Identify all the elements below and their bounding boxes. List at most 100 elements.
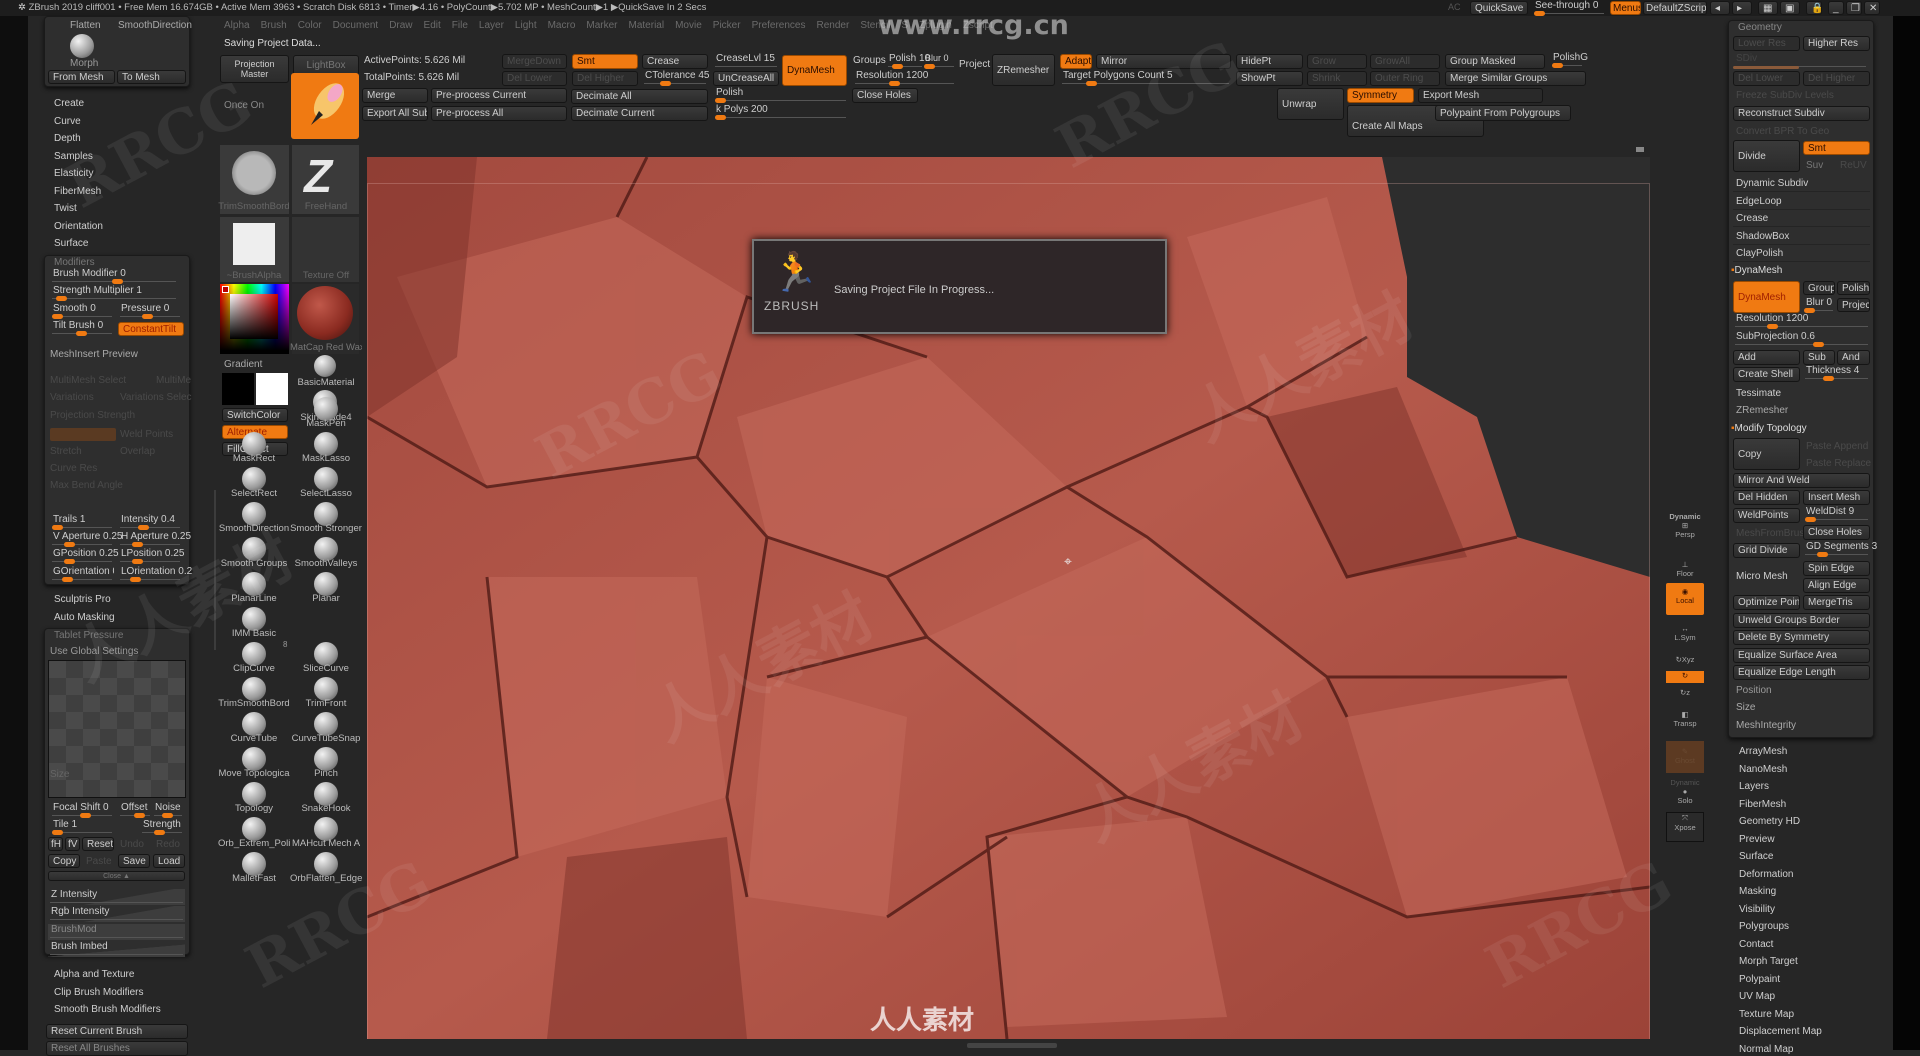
current-tool-thumbnail[interactable] <box>291 73 359 139</box>
undo-button[interactable]: Undo <box>120 839 144 850</box>
groups-toggle[interactable]: Groups <box>853 55 886 66</box>
merge-button[interactable]: Merge <box>362 88 428 103</box>
del-lower-button[interactable]: Del Lower <box>502 71 567 86</box>
gorientation-slider[interactable]: GOrientation 0.2 <box>50 566 114 582</box>
brush-item[interactable]: TrimFront <box>290 675 362 709</box>
dynamesh-header[interactable]: ▪DynaMesh <box>1731 265 1782 276</box>
crease-level-slider[interactable]: CreaseLvl 15 <box>713 53 779 69</box>
del-hidden-button[interactable]: Del Hidden <box>1733 490 1800 505</box>
layout-icon[interactable]: ▦ <box>1758 1 1778 15</box>
grow-button[interactable]: Grow <box>1307 54 1367 69</box>
suv-toggle[interactable]: Suv <box>1806 160 1823 171</box>
subpalette-fibermesh[interactable]: FiberMesh <box>54 186 101 197</box>
reset-current-brush-button[interactable]: Reset Current Brush <box>46 1024 188 1039</box>
menu-document[interactable]: Document <box>333 20 379 31</box>
dynamesh-resolution-slider[interactable]: Resolution 1200 <box>1733 313 1870 329</box>
dynamesh-polish-toggle[interactable]: Polish <box>1837 281 1870 295</box>
menu-light[interactable]: Light <box>515 20 537 31</box>
restore-icon[interactable]: ❐ <box>1846 1 1862 15</box>
transp-button[interactable]: ◧ Transp <box>1666 710 1704 728</box>
brush-item[interactable]: SmoothDirection <box>218 500 290 534</box>
h-aperture-slider[interactable]: H Aperture 0.25 <box>118 531 191 547</box>
smt-toggle-right[interactable]: Smt <box>1803 141 1870 155</box>
material-tile[interactable]: MatCap Red Wax <box>290 284 362 354</box>
geometry-subpalette-item[interactable]: Crease <box>1733 211 1870 227</box>
save-curve-button[interactable]: Save <box>118 854 150 868</box>
brush-item[interactable]: Topology <box>218 780 290 814</box>
brush-item[interactable]: Smooth Groups <box>218 535 290 569</box>
brush-item[interactable]: SliceCurve <box>290 640 362 674</box>
strength-multiplier-slider[interactable]: Strength Multiplier 1 <box>50 285 178 301</box>
subpalette-deformation[interactable]: Deformation <box>1739 869 1793 880</box>
brush-item[interactable]: TrimSmoothBord <box>218 675 290 709</box>
target-polygons-slider[interactable]: Target Polygons Count 5 <box>1060 70 1231 86</box>
group-masked-button[interactable]: Group Masked <box>1445 54 1545 69</box>
reuv-button[interactable]: ReUV <box>1840 160 1867 171</box>
brushmod-curve[interactable]: BrushMod <box>48 924 185 940</box>
close-holes-button-right[interactable]: Close Holes <box>1803 525 1870 540</box>
brush-item[interactable]: CurveTubeSnap <box>290 710 362 744</box>
preprocess-current-button[interactable]: Pre-process Current <box>431 88 567 103</box>
weldpoints-button[interactable]: WeldPoints <box>1733 508 1800 523</box>
tile-slider[interactable]: Tile 1 <box>50 819 114 835</box>
geometry-subpalette-item[interactable]: EdgeLoop <box>1733 194 1870 210</box>
solo-button[interactable]: Dynamic ● Solo <box>1666 778 1704 805</box>
decimate-current-button[interactable]: Decimate Current <box>571 106 708 121</box>
brush-item[interactable]: Smooth Stronger <box>290 500 362 534</box>
subpalette-geometry-hd[interactable]: Geometry HD <box>1739 816 1800 827</box>
subpalette-create[interactable]: Create <box>54 98 84 109</box>
delete-by-symmetry-button[interactable]: Delete By Symmetry <box>1733 630 1870 645</box>
subpalette-arraymesh[interactable]: ArrayMesh <box>1739 746 1787 757</box>
color-picker[interactable] <box>220 284 289 354</box>
subpalette-curve[interactable]: Curve <box>54 116 81 127</box>
subpalette-polypaint[interactable]: Polypaint <box>1739 974 1780 985</box>
brush-item[interactable]: SelectLasso <box>290 465 362 499</box>
close-holes-button[interactable]: Close Holes <box>852 88 918 103</box>
lsym-button[interactable]: ↔ L.Sym <box>1666 624 1704 642</box>
del-lower-button-right[interactable]: Del Lower <box>1733 71 1800 86</box>
brush-item[interactable]: MAHcut Mech A <box>290 815 362 849</box>
subpalette-depth[interactable]: Depth <box>54 133 81 144</box>
symmetry-toggle[interactable]: Symmetry <box>1347 88 1414 103</box>
dynamesh-groups-toggle[interactable]: Groups <box>1803 281 1835 295</box>
menu-movie[interactable]: Movie <box>675 20 702 31</box>
uncrease-all-button[interactable]: UnCreaseAll <box>713 71 779 86</box>
intensity-slider[interactable]: Intensity 0.4 <box>118 514 182 530</box>
subpalette-item[interactable]: Clip Brush Modifiers <box>54 987 143 998</box>
sub-button[interactable]: Sub <box>1803 350 1835 365</box>
canvas-resize-handle[interactable] <box>1636 147 1644 152</box>
growall-button[interactable]: GrowAll <box>1370 54 1440 69</box>
gd-segments-slider[interactable]: GD Segments 3 <box>1803 541 1877 557</box>
create-shell-button[interactable]: Create Shell <box>1733 367 1800 382</box>
ghost-button[interactable]: ✎ Ghost <box>1666 741 1704 773</box>
kpolys-slider[interactable]: k Polys 200 <box>713 104 848 120</box>
add-button[interactable]: Add <box>1733 350 1800 365</box>
palette-scrollbar[interactable] <box>214 490 216 650</box>
brush-item[interactable]: MaskRect <box>218 430 290 464</box>
brush-item[interactable]: MaskLasso <box>290 430 362 464</box>
menu-material[interactable]: Material <box>629 20 665 31</box>
use-global-settings[interactable]: Use Global Settings <box>50 646 138 657</box>
brush-item[interactable]: Pinch <box>290 745 362 779</box>
meshinsert-preview[interactable]: MeshInsert Preview <box>50 349 138 360</box>
export-mesh-button[interactable]: Export Mesh <box>1418 88 1543 103</box>
hidept-button[interactable]: HidePt <box>1236 54 1303 69</box>
subpalette-polygroups[interactable]: Polygroups <box>1739 921 1789 932</box>
brush-item[interactable]: SmoothValleys <box>290 535 362 569</box>
brush-item[interactable]: PlanarLine <box>218 570 290 604</box>
polish-slider[interactable]: Polish <box>713 87 848 103</box>
zremesher-subpalette[interactable]: ZRemesher <box>1736 405 1788 416</box>
del-higher-button-right[interactable]: Del Higher <box>1803 71 1870 86</box>
to-mesh-button[interactable]: To Mesh <box>117 70 186 84</box>
optimize-points-button[interactable]: Optimize Points <box>1733 595 1800 610</box>
merge-down-button[interactable]: MergeDown <box>502 54 567 69</box>
rotate-z-button[interactable]: ↻z <box>1666 688 1704 697</box>
rotate-xyz-button[interactable]: ↻Xyz <box>1666 655 1704 664</box>
welddist-slider[interactable]: WeldDist 9 <box>1803 506 1870 522</box>
load-curve-button[interactable]: Load <box>153 854 185 868</box>
align-edge-button[interactable]: Align Edge <box>1803 578 1870 593</box>
subpalette-uv-map[interactable]: UV Map <box>1739 991 1775 1002</box>
menu-render[interactable]: Render <box>817 20 850 31</box>
subpalette-orientation[interactable]: Orientation <box>54 221 103 232</box>
reset-curve-button[interactable]: Reset <box>82 837 114 851</box>
